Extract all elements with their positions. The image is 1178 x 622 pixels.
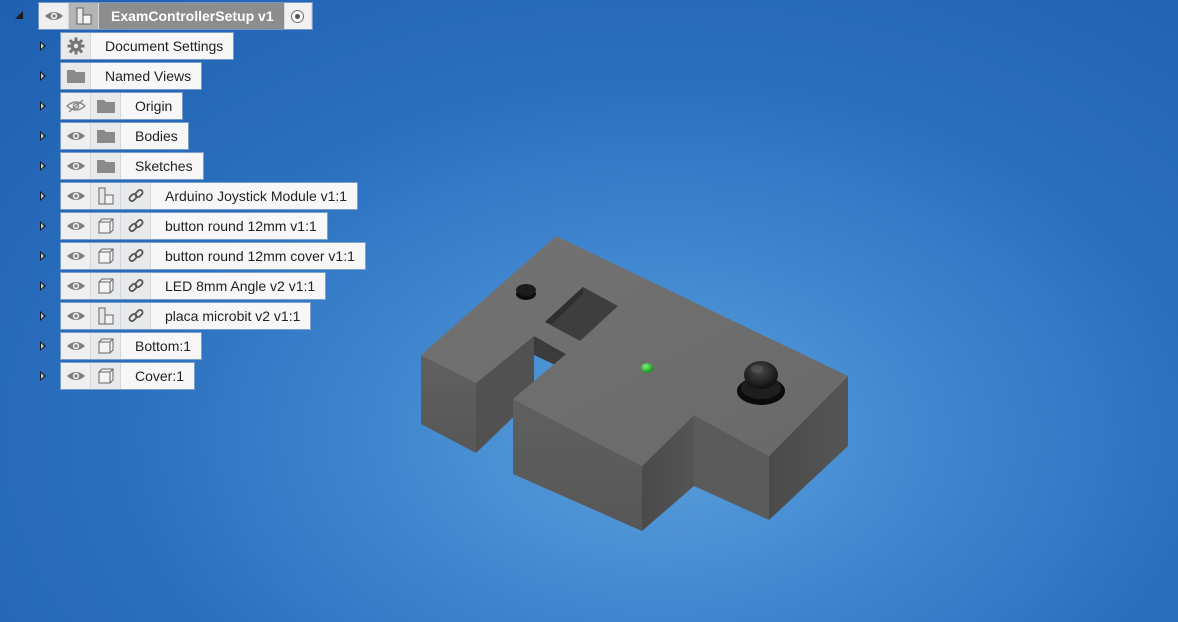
eye-icon[interactable] <box>61 123 91 149</box>
link-icon <box>121 273 151 299</box>
folder-icon <box>91 93 121 119</box>
link-icon <box>121 303 151 329</box>
component-icon <box>69 3 99 29</box>
eye-icon[interactable] <box>61 183 91 209</box>
joystick-cap-highlight <box>751 365 763 373</box>
link-icon <box>121 243 151 269</box>
led-indicator <box>641 363 653 373</box>
folder-icon <box>91 123 121 149</box>
tree-item-label: Origin <box>121 93 183 119</box>
assembly-icon <box>91 303 121 329</box>
round-button-top <box>516 284 536 296</box>
eye-icon[interactable] <box>61 363 91 389</box>
tree-item-label: Sketches <box>121 153 203 179</box>
tree-item-sketches[interactable]: Sketches <box>61 153 203 179</box>
component-icon <box>91 273 121 299</box>
eye-icon[interactable] <box>61 243 91 269</box>
component-icon <box>91 243 121 269</box>
eye-icon[interactable] <box>39 3 69 29</box>
tree-item-button-round-cover[interactable]: button round 12mm cover v1:1 <box>61 243 365 269</box>
expand-arrow[interactable] <box>40 191 46 201</box>
expand-arrow[interactable] <box>40 101 46 111</box>
eye-icon[interactable] <box>61 213 91 239</box>
tree-item-label: button round 12mm cover v1:1 <box>151 243 365 269</box>
tree-item-label: placa microbit v2 v1:1 <box>151 303 311 329</box>
tree-item-label: LED 8mm Angle v2 v1:1 <box>151 273 326 299</box>
joystick-cap <box>744 361 778 389</box>
tree-item-button-round[interactable]: button round 12mm v1:1 <box>61 213 327 239</box>
component-icon <box>91 363 121 389</box>
expand-arrow[interactable] <box>40 251 46 261</box>
eye-icon[interactable] <box>61 273 91 299</box>
expand-arrow[interactable] <box>40 161 46 171</box>
tree-item-label: Document Settings <box>91 33 234 59</box>
tree-item-origin[interactable]: Origin <box>61 93 183 119</box>
tree-item-placa-microbit[interactable]: placa microbit v2 v1:1 <box>61 303 311 329</box>
expand-arrow[interactable] <box>40 371 46 381</box>
tree-item-named-views[interactable]: Named Views <box>61 63 202 89</box>
activate-radio-icon[interactable] <box>283 3 312 29</box>
tree-item-label: Named Views <box>91 63 202 89</box>
tree-item-label: Bodies <box>121 123 188 149</box>
expand-arrow[interactable] <box>40 71 46 81</box>
eye-icon[interactable] <box>61 333 91 359</box>
gear-icon <box>61 33 91 59</box>
tree-item-bodies[interactable]: Bodies <box>61 123 188 149</box>
folder-icon <box>91 153 121 179</box>
tree-item-label: Arduino Joystick Module v1:1 <box>151 183 358 209</box>
expand-arrow[interactable] <box>40 311 46 321</box>
eye-icon[interactable] <box>61 303 91 329</box>
assembly-icon <box>91 183 121 209</box>
eye-icon[interactable] <box>61 153 91 179</box>
tree-item-cover[interactable]: Cover:1 <box>61 363 195 389</box>
expand-arrow[interactable] <box>40 131 46 141</box>
expand-arrow[interactable] <box>40 221 46 231</box>
tree-item-label: Bottom:1 <box>121 333 202 359</box>
component-icon <box>91 333 121 359</box>
tree-item-label: button round 12mm v1:1 <box>151 213 327 239</box>
link-icon <box>121 183 151 209</box>
tree-item-led[interactable]: LED 8mm Angle v2 v1:1 <box>61 273 326 299</box>
tree-item-label: Cover:1 <box>121 363 195 389</box>
eye-hidden-icon[interactable] <box>61 93 91 119</box>
tree-item-document-settings[interactable]: Document Settings <box>61 33 234 59</box>
link-icon <box>121 213 151 239</box>
folder-icon <box>61 63 91 89</box>
expand-arrow[interactable] <box>40 341 46 351</box>
expand-arrow[interactable] <box>40 281 46 291</box>
expand-arrow[interactable] <box>40 41 46 51</box>
root-component-label: ExamControllerSetup v1 <box>99 3 284 29</box>
tree-item-arduino-joystick[interactable]: Arduino Joystick Module v1:1 <box>61 183 358 209</box>
collapse-root-arrow[interactable] <box>15 11 23 19</box>
component-icon <box>91 213 121 239</box>
tree-item-bottom[interactable]: Bottom:1 <box>61 333 202 359</box>
root-component-node[interactable]: ExamControllerSetup v1 <box>39 3 312 29</box>
enclosure-model[interactable] <box>421 236 848 531</box>
